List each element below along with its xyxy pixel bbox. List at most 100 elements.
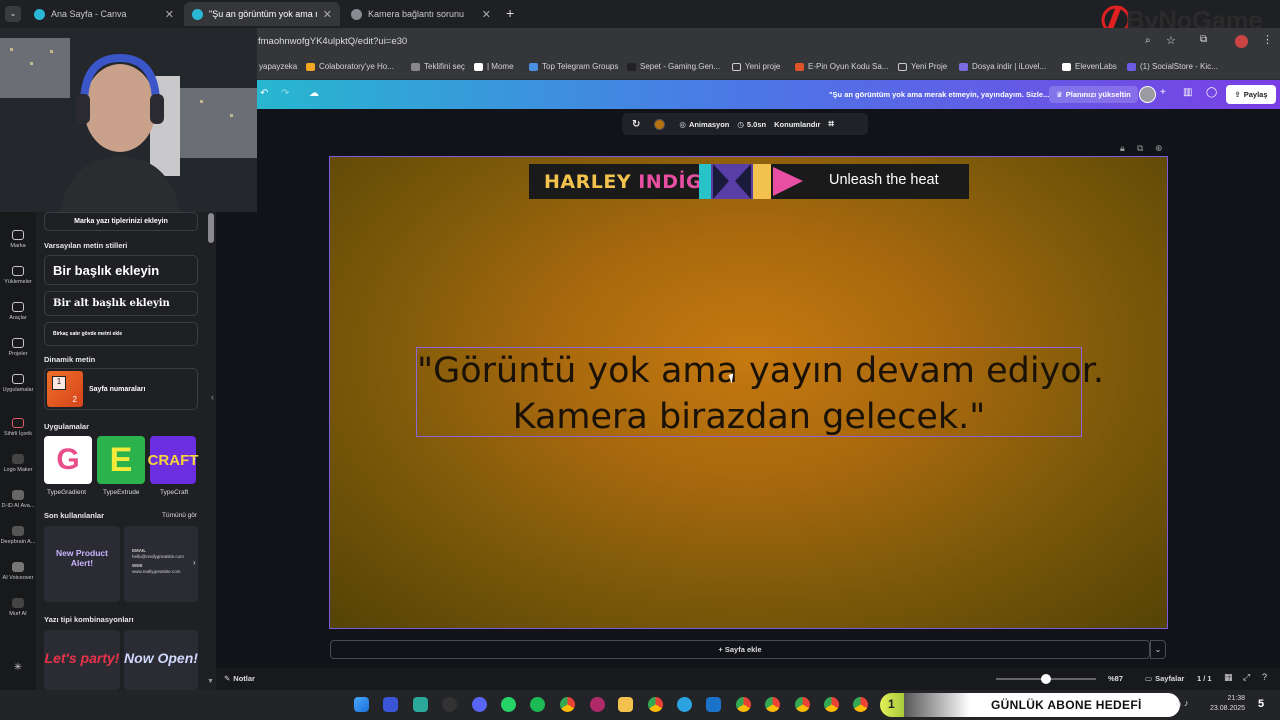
extensions-icon[interactable]: ⧉ — [1200, 34, 1207, 45]
tab-canva-design[interactable]: "Şu an görüntüm yok ama mer ✕ — [184, 2, 340, 26]
bookmark-item[interactable]: Colaboratory'ye Ho... — [306, 62, 394, 71]
rail-item-tools[interactable]: Araçlar — [0, 302, 36, 321]
add-collaborator-icon[interactable]: + — [1160, 87, 1166, 98]
chrome-icon[interactable] — [824, 697, 839, 712]
magic-studio-icon[interactable]: ✳ — [0, 662, 36, 673]
quote-text-box[interactable]: "Görüntü yok ama yayın devam ediyor. Kam… — [416, 347, 1104, 437]
bookmark-item[interactable]: Yeni proje — [732, 62, 780, 71]
bookmark-item[interactable]: Teklifini seç — [411, 62, 465, 71]
chrome-icon[interactable] — [795, 697, 810, 712]
insights-icon[interactable]: ▥ — [1183, 87, 1192, 98]
recent-card-product-alert[interactable]: New Product Alert! — [44, 526, 120, 602]
close-icon[interactable]: ✕ — [165, 8, 174, 21]
add-body-text-button[interactable]: Birkaç satır gövde metni ekle — [44, 322, 198, 346]
add-heading-button[interactable]: Bir başlık ekleyin — [44, 255, 198, 285]
scroll-down-icon[interactable]: ▼ — [207, 678, 214, 685]
notes-button[interactable]: ✎ Notlar — [224, 674, 255, 683]
comments-icon[interactable]: ◯ — [1206, 87, 1217, 98]
upgrade-plan-button[interactable]: ♛ Planınızı yükseltin — [1049, 86, 1138, 103]
notification-badge[interactable]: 5 — [1258, 698, 1264, 710]
add-page-button[interactable]: + Sayfa ekle — [330, 640, 1150, 659]
duplicate-page-icon[interactable]: ⧉ — [1137, 143, 1143, 154]
sponsor-banner[interactable]: HARLEY INDİGO Unleash the heat — [529, 164, 969, 199]
folder-icon[interactable] — [618, 697, 633, 712]
app-typeextrude[interactable]: E — [97, 436, 145, 484]
bookmark-item[interactable]: Top Telegram Groups — [529, 62, 618, 71]
url-field[interactable]: fmaohnwofgYK4ulpktQ/edit?ui=e30 — [258, 36, 407, 47]
rail-item-murf[interactable]: Murf AI — [0, 598, 36, 617]
pages-button[interactable]: ▭ Sayfalar — [1145, 674, 1184, 683]
system-clock[interactable]: 21:38 23.08.2025 — [1210, 694, 1245, 714]
close-icon[interactable]: ✕ — [323, 8, 332, 21]
bookmark-star-icon[interactable]: ☆ — [1166, 34, 1176, 47]
chrome-icon[interactable] — [736, 697, 751, 712]
rail-item-did[interactable]: D-ID AI Ava... — [0, 490, 36, 509]
bookmark-item[interactable]: Dosya indir | iLovel... — [959, 62, 1046, 71]
whatsapp-icon[interactable] — [501, 697, 516, 712]
format-painter-icon[interactable]: ⌗ — [828, 119, 834, 130]
undo-icon[interactable]: ↶ — [260, 88, 268, 99]
new-tab-button[interactable]: + — [506, 5, 514, 21]
zoom-slider-handle[interactable] — [1040, 674, 1051, 684]
start-icon[interactable] — [354, 697, 369, 712]
collapse-panel-icon[interactable]: ‹ — [211, 392, 214, 402]
chevron-down-icon[interactable]: ⌄ — [1150, 640, 1166, 659]
combo-card-party[interactable]: Let's party! — [44, 630, 120, 690]
duration-button[interactable]: ◷ 5.0sn — [737, 120, 766, 129]
bookmark-item[interactable]: ElevenLabs — [1062, 62, 1117, 71]
tab-camera-issue[interactable]: Kamera bağlantı sorunu ✕ — [343, 2, 499, 26]
app-icon[interactable] — [442, 697, 457, 712]
profile-avatar[interactable] — [1235, 35, 1248, 48]
discord-icon[interactable] — [472, 697, 487, 712]
rail-item-uploads[interactable]: Yüklemeler — [0, 266, 36, 285]
rail-item-voiceover[interactable]: AI Voiceover — [0, 562, 36, 581]
combo-card-open[interactable]: Now Open! — [124, 630, 198, 690]
lock-icon[interactable]: 🔒︎ — [1120, 143, 1125, 154]
bookmark-item[interactable]: E-Pin Oyun Kodu Sa... — [795, 62, 889, 71]
design-canvas[interactable]: HARLEY INDİGO Unleash the heat "Görüntü … — [329, 156, 1168, 629]
bookmark-item[interactable]: | Mome — [474, 62, 514, 71]
scroll-right-icon[interactable]: › — [193, 558, 196, 567]
collaborator-avatar[interactable] — [1139, 86, 1156, 103]
app-icon[interactable] — [590, 697, 605, 712]
add-subheading-button[interactable]: Bir alt başlık ekleyin — [44, 291, 198, 316]
rail-item-apps[interactable]: Uygulamalar — [0, 374, 36, 393]
bookmark-item[interactable]: (1) SocialStore - Kic... — [1127, 62, 1218, 71]
refresh-icon[interactable]: ↻ — [632, 119, 640, 130]
rail-item-projects[interactable]: Projeler — [0, 338, 36, 357]
animate-button[interactable]: ◎ Animasyon — [679, 120, 729, 129]
color-swatch[interactable] — [654, 118, 666, 130]
spotify-icon[interactable] — [530, 697, 545, 712]
redo-icon[interactable]: ↷ — [281, 88, 289, 99]
see-all-link[interactable]: Tümünü gör — [162, 512, 197, 519]
tab-search-button[interactable]: ⌄ — [5, 6, 21, 22]
position-button[interactable]: Konumlandır — [774, 120, 820, 129]
page-numbers-button[interactable]: 1 2 Sayfa numaraları — [44, 368, 198, 410]
rail-item-logo-maker[interactable]: Logo Maker — [0, 454, 36, 473]
telegram-icon[interactable] — [677, 697, 692, 712]
bookmark-item[interactable]: yapayzeka — [259, 62, 297, 71]
chrome-icon[interactable] — [853, 697, 868, 712]
tab-canva-home[interactable]: Ana Sayfa - Canva ✕ — [26, 2, 182, 26]
zoom-label[interactable]: %87 — [1108, 674, 1123, 683]
rail-item-deepbrain[interactable]: Deepbrain A... — [0, 526, 36, 545]
chrome-icon[interactable] — [560, 697, 575, 712]
chrome-icon[interactable] — [648, 697, 663, 712]
zoom-icon[interactable]: ⌕ — [1145, 35, 1151, 46]
outlook-icon[interactable] — [706, 697, 721, 712]
rail-item-brand[interactable]: Marka — [0, 230, 36, 249]
recent-card-contact[interactable]: EMAIL hello@reallygreatsite.com WEB www.… — [124, 526, 198, 602]
scroll-right-icon[interactable]: › — [193, 454, 196, 463]
app-icon[interactable] — [413, 697, 428, 712]
add-page-icon[interactable]: ⊕ — [1155, 143, 1163, 154]
app-typecraft[interactable]: CRAFT — [148, 436, 198, 484]
app-typegradient[interactable]: G — [44, 436, 92, 484]
fullscreen-icon[interactable]: ⤢ — [1243, 672, 1250, 683]
close-icon[interactable]: ✕ — [482, 8, 491, 21]
menu-icon[interactable]: ⋮ — [1262, 33, 1273, 46]
panel-scrollbar[interactable] — [208, 213, 214, 243]
bookmark-item[interactable]: Sepet - Gaming.Gen... — [627, 62, 720, 71]
help-icon[interactable]: ? — [1262, 672, 1267, 682]
rail-item-magic[interactable]: Sihirli İçerik — [0, 418, 36, 437]
share-button[interactable]: ⇪ Paylaş — [1226, 85, 1276, 104]
